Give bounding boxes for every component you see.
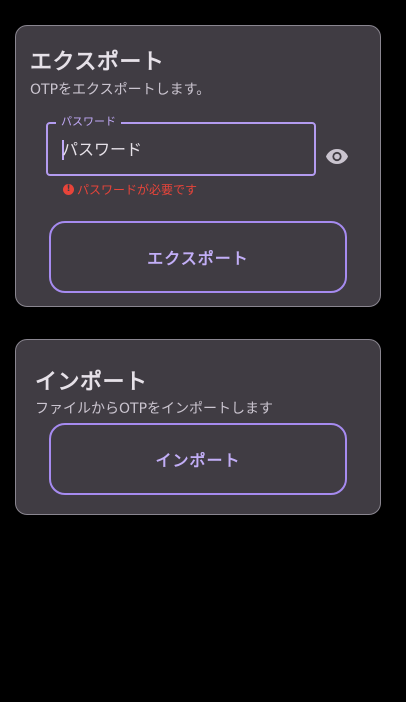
password-field-value[interactable]: パスワード <box>62 139 142 161</box>
import-card: インポート ファイルからOTPをインポートします インポート <box>15 339 381 515</box>
import-button[interactable]: インポート <box>49 423 347 495</box>
export-button[interactable]: エクスポート <box>49 221 347 293</box>
import-title: インポート <box>35 370 148 395</box>
export-title: エクスポート <box>30 50 165 75</box>
password-field-label: パスワード <box>56 115 121 129</box>
screen: エクスポート OTPをエクスポートします。 パスワード パスワード ! パスワー… <box>0 0 406 702</box>
password-error-text: パスワードが必要です <box>77 183 198 197</box>
password-error: ! パスワードが必要です <box>63 181 197 198</box>
password-field[interactable]: パスワード パスワード <box>46 115 316 176</box>
export-card: エクスポート OTPをエクスポートします。 パスワード パスワード ! パスワー… <box>15 25 381 307</box>
error-icon: ! <box>63 184 74 195</box>
export-subtitle: OTPをエクスポートします。 <box>30 82 211 98</box>
eye-icon[interactable] <box>325 144 349 168</box>
import-subtitle: ファイルからOTPをインポートします <box>35 401 274 417</box>
